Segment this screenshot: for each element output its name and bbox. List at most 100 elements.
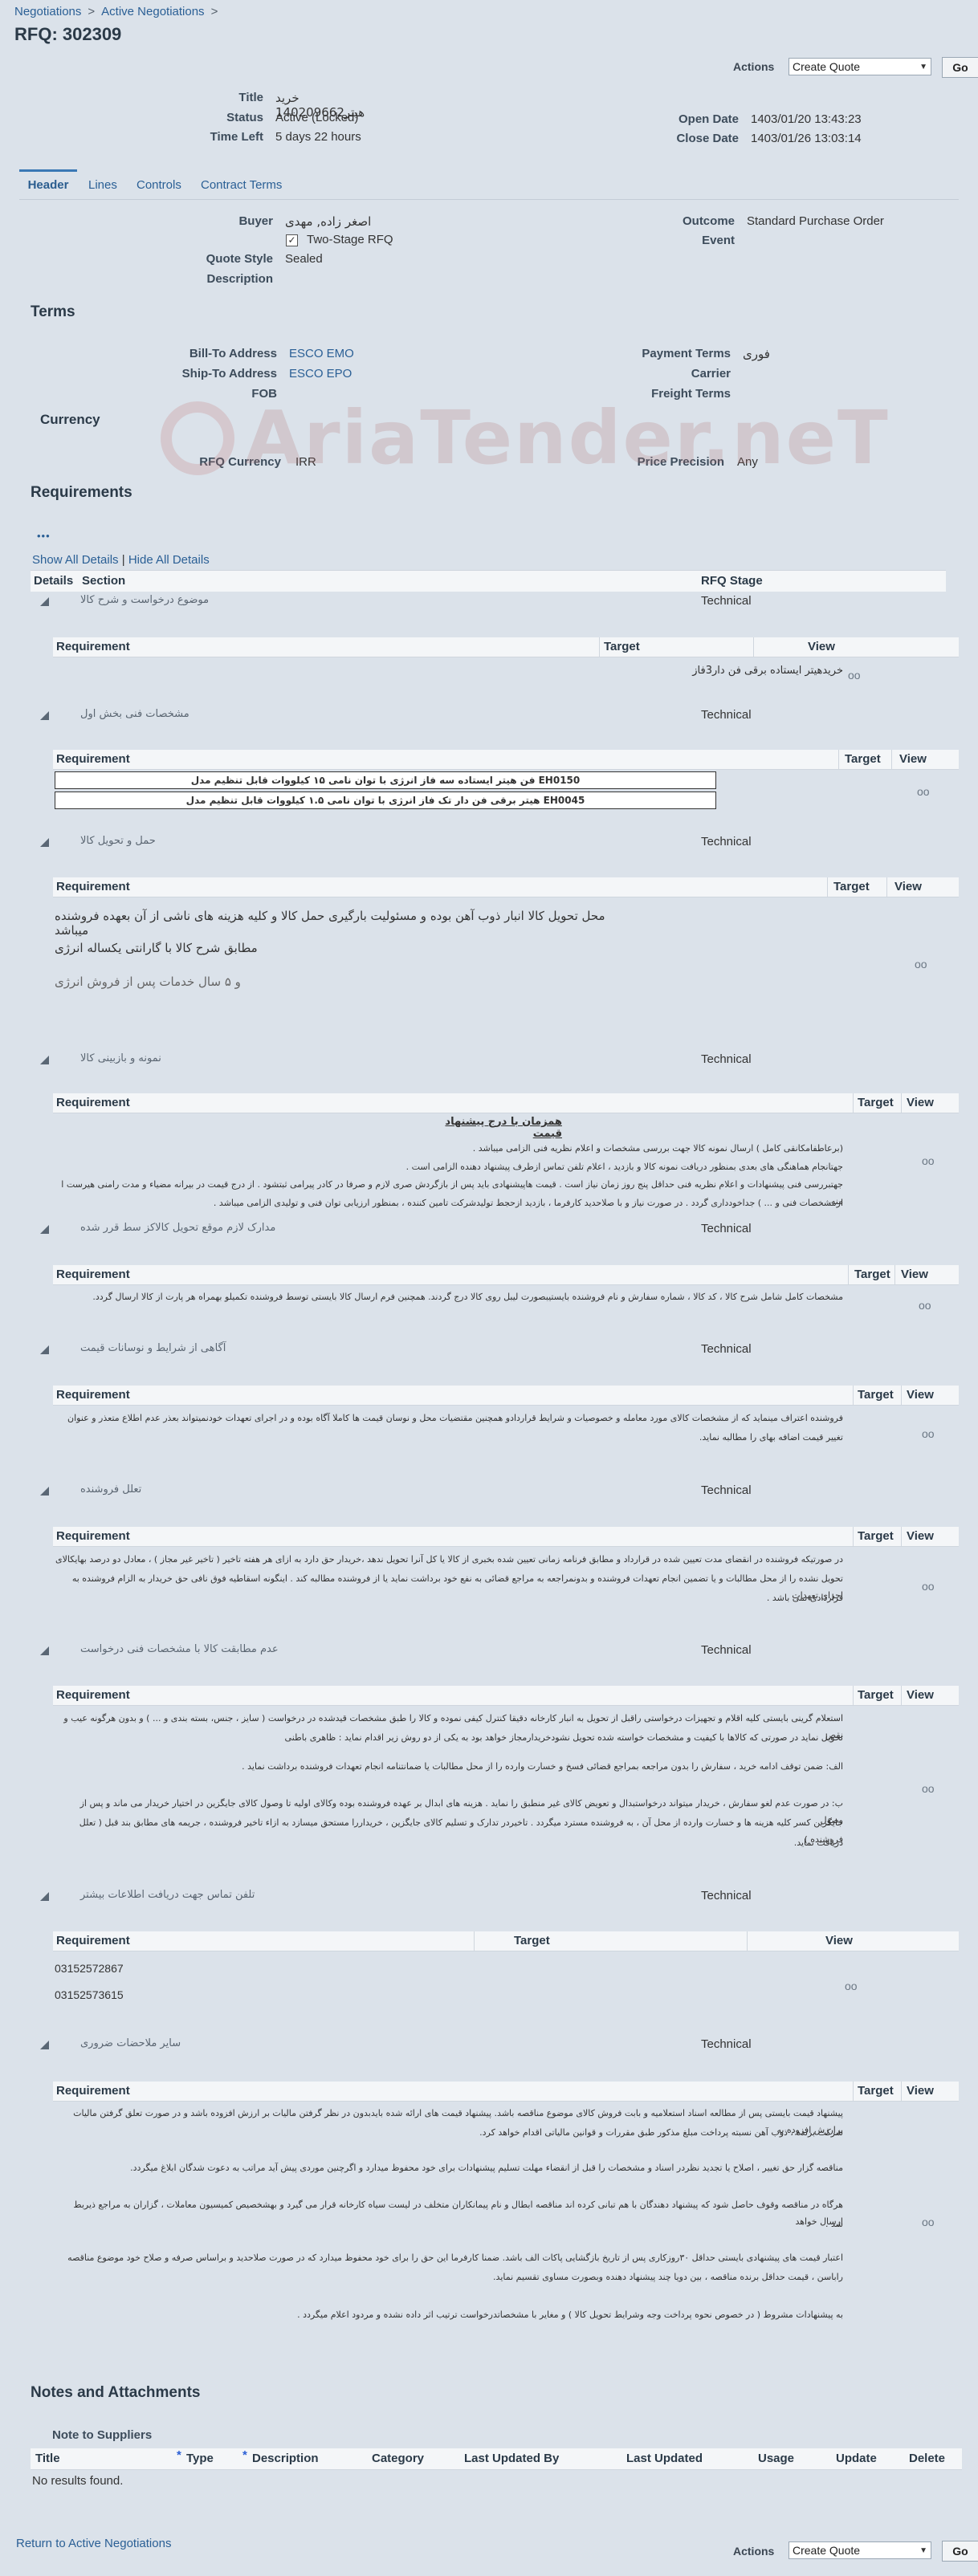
more-icon[interactable]: ••• <box>37 530 51 542</box>
requirement-line: دریافت نماید. <box>793 1837 843 1848</box>
section-stage: Technical <box>701 594 752 608</box>
outcome-value: Standard Purchase Order <box>747 214 884 228</box>
section-requirement-header: Requirement Target View <box>53 877 959 897</box>
section-toggle-icon[interactable] <box>40 838 49 847</box>
tab-bar: Header Lines Controls Contract Terms <box>19 167 959 200</box>
section-title: موضوع درخواست و شرح کالا <box>80 594 210 606</box>
go-button[interactable]: Go <box>942 57 978 78</box>
section-title: نمونه و بازبینی کالا <box>80 1052 161 1064</box>
section-stage: Technical <box>701 1483 752 1497</box>
close-date-label: Close Date <box>676 132 739 145</box>
requirement-line: EH0045 هیتر برقی فن دار تک فاز انرژی با … <box>55 792 716 809</box>
open-date-label: Open Date <box>678 112 739 126</box>
no-results-text: No results found. <box>32 2474 124 2488</box>
open-date-value: 1403/01/20 13:43:23 <box>751 112 862 126</box>
requirement-line: 03152573615 <box>55 1988 124 2001</box>
shipto-label: Ship-To Address <box>181 367 277 380</box>
section-title: مدارک لازم موقع تحویل کالاکز سط قرر شده <box>80 1222 276 1234</box>
hide-all-details-link[interactable]: Hide All Details <box>128 553 210 567</box>
view-glasses-icon[interactable]: oo <box>922 1580 935 1593</box>
breadcrumb-active-negotiations[interactable]: Active Negotiations <box>101 5 204 18</box>
section-toggle-icon[interactable] <box>40 1892 49 1901</box>
view-glasses-icon[interactable]: oo <box>845 1980 858 1992</box>
tab-lines[interactable]: Lines <box>88 178 117 192</box>
breadcrumb-negotiations[interactable]: Negotiations <box>14 5 81 18</box>
tab-contract-terms[interactable]: Contract Terms <box>201 178 282 192</box>
section-requirement-header: Requirement Target View <box>53 1931 959 1951</box>
go-button-bottom[interactable]: Go <box>942 2541 978 2562</box>
breadcrumb: Negotiations > Active Negotiations > <box>14 5 218 18</box>
close-date-value: 1403/01/26 13:03:14 <box>751 132 862 145</box>
section-stage: Technical <box>701 1052 752 1066</box>
view-glasses-icon[interactable]: oo <box>922 2216 935 2228</box>
view-glasses-icon[interactable]: oo <box>917 785 930 798</box>
section-toggle-icon[interactable] <box>40 1056 49 1064</box>
event-label: Event <box>702 234 735 247</box>
section-toggle-icon[interactable] <box>40 1487 49 1496</box>
two-stage-checkbox[interactable]: ✓ <box>286 234 298 246</box>
section-title: تعلل فروشنده <box>80 1483 142 1496</box>
tab-header[interactable]: Header <box>19 169 77 192</box>
return-link[interactable]: Return to Active Negotiations <box>16 2537 171 2550</box>
requirement-line: مناقصه گزار حق تغییر ، اصلاح یا تجدید نظ… <box>130 2163 843 2173</box>
section-toggle-icon[interactable] <box>40 597 49 606</box>
title-label: Title <box>238 91 263 104</box>
section-toggle-icon[interactable] <box>40 2041 49 2049</box>
view-glasses-icon[interactable]: oo <box>919 1299 931 1312</box>
section-toggle-icon[interactable] <box>40 1225 49 1234</box>
tab-controls[interactable]: Controls <box>137 178 181 192</box>
section-requirement-header: Requirement Target View <box>53 750 959 770</box>
requirement-line: فروشنده اعتراف مینماید که از مشخصات کالا… <box>67 1413 843 1423</box>
section-requirement-header: Requirement Target View <box>53 1093 959 1113</box>
description-label: Description <box>206 272 273 286</box>
view-glasses-icon[interactable]: oo <box>848 669 861 682</box>
requirements-table-header: Details Section RFQ Stage <box>31 570 946 592</box>
requirement-line: 03152572867 <box>55 1962 124 1975</box>
quote-style-label: Quote Style <box>206 252 273 266</box>
section-toggle-icon[interactable] <box>40 1345 49 1354</box>
section-stage: Technical <box>701 2037 752 2051</box>
section-title: آگاهی از شرایط و نوسانات قیمت <box>80 1342 226 1354</box>
requirement-line: و ۵ سال خدمات پس از فروش انرژی <box>55 975 241 989</box>
actions-select[interactable]: Create Quote ▼ <box>789 58 931 75</box>
payment-terms-value: فوری <box>743 347 770 361</box>
shipto-link[interactable]: ESCO EPO <box>289 367 352 380</box>
requirement-line: الف: ضمن توقف ادامه خرید ، سفارش را بدون… <box>242 1761 843 1772</box>
section-requirement-header: Requirement Target View <box>53 1527 959 1547</box>
requirement-line: محل تحویل کالا انبار ذوب آهن بوده و مسئو… <box>55 909 605 938</box>
section-stage: Technical <box>701 1889 752 1902</box>
requirement-line: قراردادی نمی باشد . <box>766 1593 843 1603</box>
outcome-label: Outcome <box>682 214 735 228</box>
section-title: مشخصات فنی بخش اول <box>80 708 189 720</box>
section-toggle-icon[interactable] <box>40 711 49 720</box>
requirement-line: ازمشخصات فنی و ... ) جداخودداری گردد . د… <box>213 1198 843 1208</box>
requirement-line: در صورتیکه فروشنده در انقضای مدت تعیین ش… <box>55 1554 843 1565</box>
section-stage: Technical <box>701 1222 752 1235</box>
currency-heading: Currency <box>40 412 100 427</box>
requirement-line: به پیشنهادات مشروط ( در خصوص نحوه پرداخت… <box>297 2309 843 2320</box>
view-glasses-icon[interactable]: oo <box>922 1782 935 1795</box>
section-stage: Technical <box>701 1643 752 1657</box>
payment-terms-label: Payment Terms <box>642 347 731 360</box>
view-glasses-icon[interactable]: oo <box>915 958 927 971</box>
section-stage: Technical <box>701 708 752 722</box>
section-title: حمل و تحویل کالا <box>80 835 156 847</box>
section-stage: Technical <box>701 835 752 848</box>
watermark-text: AriaTender.neT <box>245 395 890 481</box>
requirement-line: جهتانجام هماهنگی های بعدی بمنظور دریافت … <box>405 1162 843 1172</box>
requirement-line: خریدهیتر ایستاده برقی فن دار3فاز <box>692 665 843 677</box>
requirements-heading: Requirements <box>31 484 132 501</box>
billto-link[interactable]: ESCO EMO <box>289 347 354 360</box>
actions-label: Actions <box>733 60 775 73</box>
show-all-details-link[interactable]: Show All Details <box>32 553 119 567</box>
page-title: RFQ: 302309 <box>14 24 122 44</box>
section-toggle-icon[interactable] <box>40 1646 49 1655</box>
section-requirement-header: Requirement Target View <box>53 1686 959 1706</box>
view-glasses-icon[interactable]: oo <box>922 1427 935 1440</box>
notes-table-header: Title * Type * Description Category Last… <box>31 2448 962 2470</box>
requirement-line: مطابق شرح کالا با گارانتی یکساله انرژی <box>55 941 258 955</box>
view-glasses-icon[interactable]: oo <box>922 1154 935 1167</box>
section-stage: Technical <box>701 1342 752 1356</box>
actions-select-bottom[interactable]: Create Quote ▼ <box>789 2541 931 2559</box>
requirement-line: EH0150 فن هیتر ایستاده سه فاز انرژی با ت… <box>55 771 716 789</box>
